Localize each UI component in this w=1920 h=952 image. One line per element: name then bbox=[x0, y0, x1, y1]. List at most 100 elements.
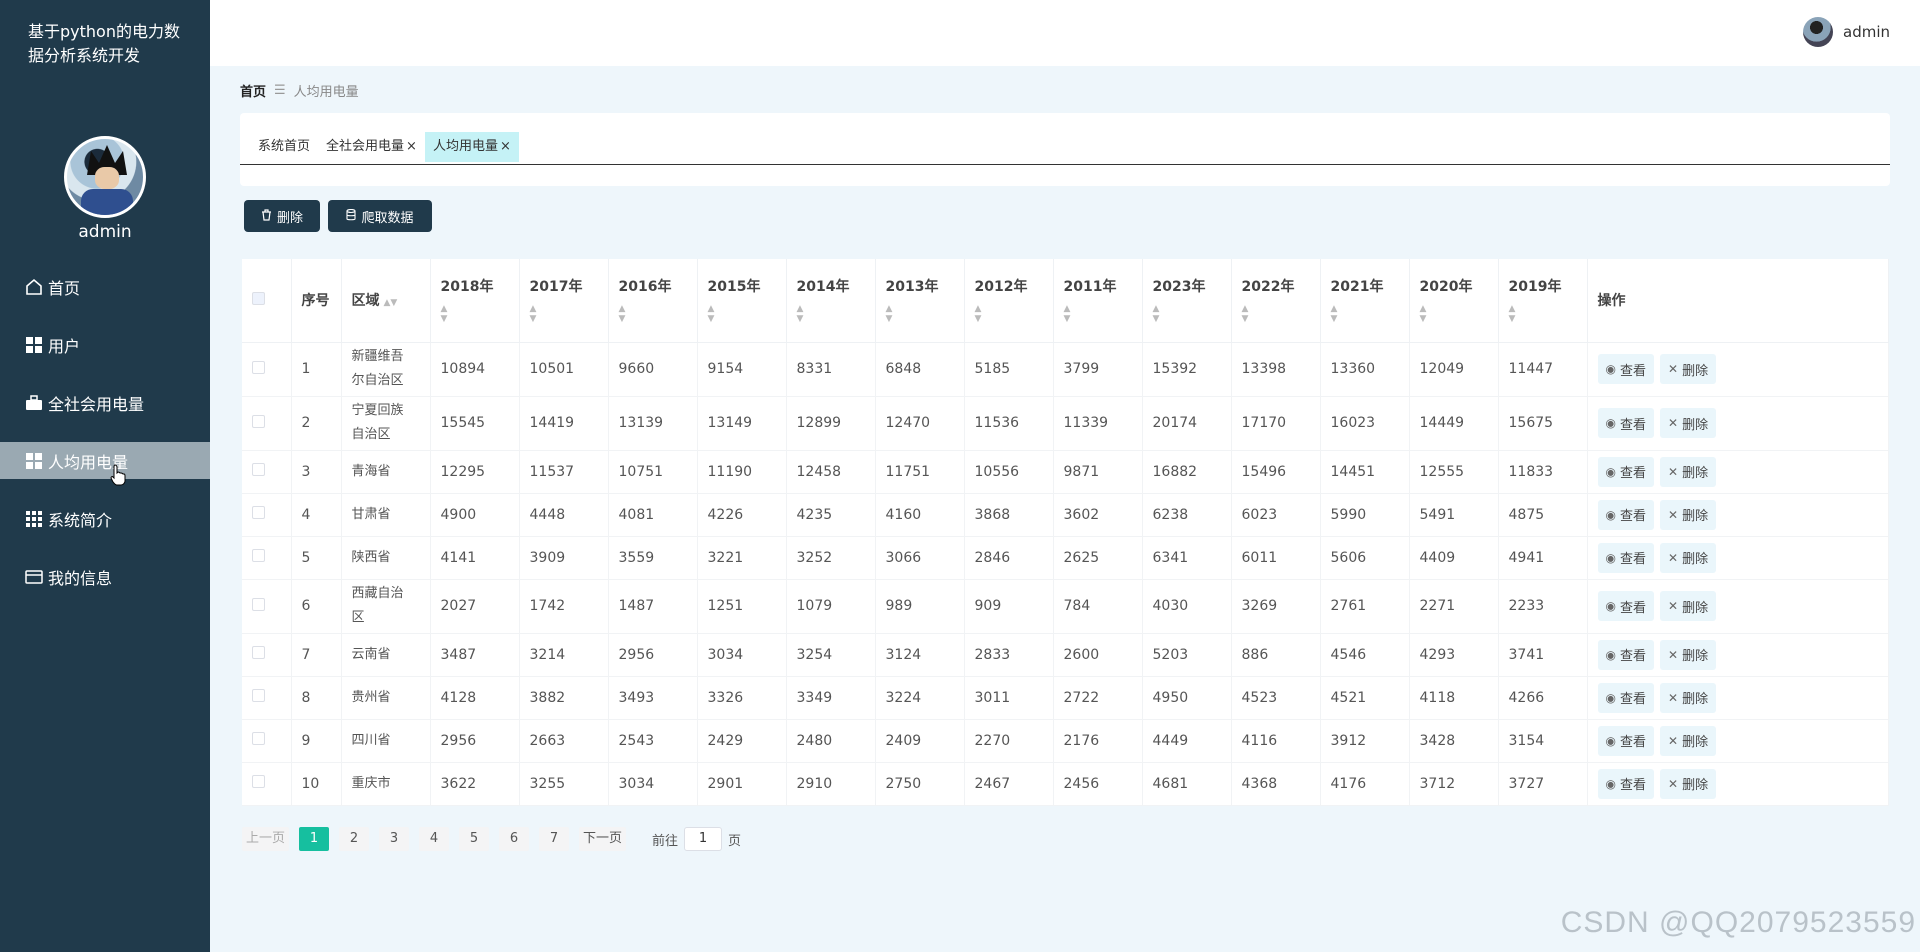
table-row[interactable]: 5 陕西省 4141 3909 3559 3221 3252 3066 2846 2625 6341… bbox=[242, 536, 1889, 580]
view-button[interactable]: ◉ 查看 bbox=[1597, 725, 1654, 756]
sort-icon[interactable]: ▲▼ bbox=[1331, 304, 1409, 324]
select-all-checkbox[interactable] bbox=[252, 291, 265, 305]
column-header-year[interactable]: 2017年 ▲ ▼ bbox=[519, 259, 609, 343]
column-header-year[interactable]: 2019年 ▲ ▼ bbox=[1498, 259, 1588, 343]
delete-button[interactable]: ✕ 删除 bbox=[1660, 542, 1717, 573]
goto-page-input[interactable]: 1 bbox=[684, 827, 723, 851]
page-number-button[interactable]: 3 bbox=[379, 827, 410, 851]
column-header-year[interactable]: 2021年 ▲ ▼ bbox=[1320, 259, 1410, 343]
sort-icon[interactable]: ▲▼ bbox=[1064, 304, 1142, 324]
view-button[interactable]: ◉ 查看 bbox=[1597, 682, 1654, 713]
delete-button[interactable]: ✕ 删除 bbox=[1660, 591, 1717, 621]
tab-per-capita[interactable]: 人均用电量 × bbox=[424, 132, 519, 162]
page-number-button[interactable]: 7 bbox=[539, 827, 570, 851]
row-value: 11447 bbox=[1498, 342, 1588, 397]
delete-button[interactable]: ✕ 删除 bbox=[1660, 768, 1717, 799]
sort-icon[interactable]: ▲▼ bbox=[619, 304, 697, 324]
close-icon: ✕ bbox=[1668, 733, 1679, 748]
row-value: 2750 bbox=[875, 762, 965, 806]
page-number-button[interactable]: 5 bbox=[459, 827, 490, 851]
row-checkbox[interactable] bbox=[252, 775, 265, 788]
sidebar-item-home[interactable]: 首页 bbox=[0, 268, 210, 305]
column-header-year[interactable]: 2016年 ▲ ▼ bbox=[608, 259, 698, 343]
column-header-year[interactable]: 2015年 ▲ ▼ bbox=[697, 259, 787, 343]
page-number-button[interactable]: 2 bbox=[339, 827, 370, 851]
column-header-year[interactable]: 2012年 ▲ ▼ bbox=[964, 259, 1054, 343]
page-number-button[interactable]: 4 bbox=[419, 827, 450, 851]
delete-button[interactable]: ✕ 删除 bbox=[1660, 354, 1717, 384]
column-header-year[interactable]: 2013年 ▲ ▼ bbox=[875, 259, 965, 343]
sort-icon[interactable]: ▲▼ bbox=[797, 304, 875, 324]
table-row[interactable]: 3 青海省 12295 11537 10751 11190 12458 11751 10556 9… bbox=[242, 450, 1889, 494]
sidebar-item-per-capita[interactable]: 人均用电量 bbox=[0, 442, 210, 479]
delete-button[interactable]: ✕ 删除 bbox=[1660, 682, 1717, 713]
delete-button[interactable]: ✕ 删除 bbox=[1660, 725, 1717, 756]
batch-delete-button[interactable]: 删除 bbox=[244, 200, 320, 232]
view-button[interactable]: ◉ 查看 bbox=[1597, 591, 1654, 621]
sidebar-item-system-intro[interactable]: 系统简介 bbox=[0, 500, 210, 537]
view-button[interactable]: ◉ 查看 bbox=[1597, 354, 1654, 384]
page-number-button[interactable]: 6 bbox=[499, 827, 530, 851]
column-header-year[interactable]: 2023年 ▲ ▼ bbox=[1142, 259, 1232, 343]
close-icon[interactable]: × bbox=[406, 132, 417, 162]
view-button[interactable]: ◉ 查看 bbox=[1597, 542, 1654, 573]
user-menu[interactable]: admin bbox=[1803, 17, 1890, 47]
table-row[interactable]: 1 新疆维吾尔自治区 10894 10501 9660 9154 8331 6848 5185 3… bbox=[242, 342, 1889, 397]
row-checkbox[interactable] bbox=[252, 732, 265, 745]
sort-icon[interactable]: ▲▼ bbox=[441, 304, 519, 324]
view-button[interactable]: ◉ 查看 bbox=[1597, 408, 1654, 438]
sort-icon[interactable]: ▲▼ bbox=[886, 304, 964, 324]
sidebar-item-total-electricity[interactable]: 全社会用电量 bbox=[0, 384, 210, 421]
view-button[interactable]: ◉ 查看 bbox=[1597, 768, 1654, 799]
row-value: 2467 bbox=[964, 762, 1054, 806]
table-row[interactable]: 8 贵州省 4128 3882 3493 3326 3349 3224 3011 2722 4950… bbox=[242, 676, 1889, 720]
next-page-button[interactable]: 下一页 bbox=[579, 827, 627, 851]
breadcrumb-home[interactable]: 首页 bbox=[240, 81, 266, 100]
delete-button[interactable]: ✕ 删除 bbox=[1660, 456, 1717, 487]
close-icon[interactable]: × bbox=[500, 132, 511, 162]
row-checkbox[interactable] bbox=[252, 463, 265, 476]
table-row[interactable]: 7 云南省 3487 3214 2956 3034 3254 3124 2833 2600 5203… bbox=[242, 633, 1889, 677]
delete-button[interactable]: ✕ 删除 bbox=[1660, 499, 1717, 530]
row-checkbox[interactable] bbox=[252, 414, 265, 428]
table-row[interactable]: 2 宁夏回族自治区 15545 14419 13139 13149 12899 12470 11… bbox=[242, 396, 1889, 451]
view-button[interactable]: ◉ 查看 bbox=[1597, 499, 1654, 530]
tab-system-home[interactable]: 系统首页 bbox=[250, 132, 318, 162]
crawl-data-button[interactable]: 爬取数据 bbox=[328, 200, 432, 232]
sort-icon[interactable]: ▲▼ bbox=[975, 304, 1053, 324]
table-row[interactable]: 4 甘肃省 4900 4448 4081 4226 4235 4160 3868 3602 6238… bbox=[242, 493, 1889, 537]
column-header-year[interactable]: 2018年 ▲ ▼ bbox=[430, 259, 520, 343]
column-header-year[interactable]: 2011年 ▲ ▼ bbox=[1053, 259, 1143, 343]
table-row[interactable]: 9 四川省 2956 2663 2543 2429 2480 2409 2270 2176 4449… bbox=[242, 719, 1889, 763]
sort-icon[interactable]: ▲▼ bbox=[708, 304, 786, 324]
sidebar-item-users[interactable]: 用户 bbox=[0, 326, 210, 363]
sort-icon[interactable]: ▲▼ bbox=[1509, 304, 1587, 324]
row-checkbox[interactable] bbox=[252, 689, 265, 702]
sidebar-item-my-info[interactable]: 我的信息 bbox=[0, 558, 210, 595]
row-checkbox[interactable] bbox=[252, 360, 265, 374]
delete-button[interactable]: ✕ 删除 bbox=[1660, 639, 1717, 670]
prev-page-button[interactable]: 上一页 bbox=[242, 827, 290, 851]
view-button[interactable]: ◉ 查看 bbox=[1597, 639, 1654, 670]
page-number-button[interactable]: 1 bbox=[299, 827, 330, 851]
column-header-year[interactable]: 2020年 ▲ ▼ bbox=[1409, 259, 1499, 343]
table-row[interactable]: 10 重庆市 3622 3255 3034 2901 2910 2750 2467 2456 468… bbox=[242, 762, 1889, 806]
row-value: 3493 bbox=[608, 676, 698, 720]
sort-icon[interactable]: ▲▼ bbox=[1420, 304, 1498, 324]
view-button[interactable]: ◉ 查看 bbox=[1597, 456, 1654, 487]
row-checkbox[interactable] bbox=[252, 646, 265, 659]
column-header-region[interactable]: 区域 ▲▼ bbox=[341, 259, 431, 343]
tab-total-electricity[interactable]: 全社会用电量 × bbox=[318, 132, 425, 162]
sort-icon[interactable]: ▲▼ bbox=[1153, 304, 1231, 324]
row-region: 甘肃省 bbox=[341, 493, 431, 537]
sort-icon[interactable]: ▲▼ bbox=[530, 304, 608, 324]
column-header-year[interactable]: 2022年 ▲ ▼ bbox=[1231, 259, 1321, 343]
row-checkbox[interactable] bbox=[252, 549, 265, 562]
sort-icon[interactable]: ▲▼ bbox=[384, 298, 398, 308]
row-checkbox[interactable] bbox=[252, 506, 265, 519]
sort-icon[interactable]: ▲▼ bbox=[1242, 304, 1320, 324]
column-header-year[interactable]: 2014年 ▲ ▼ bbox=[786, 259, 876, 343]
row-checkbox[interactable] bbox=[252, 597, 265, 611]
table-row[interactable]: 6 西藏自治区 2027 1742 1487 1251 1079 989 909 784 4030 3… bbox=[242, 579, 1889, 634]
delete-button[interactable]: ✕ 删除 bbox=[1660, 408, 1717, 438]
